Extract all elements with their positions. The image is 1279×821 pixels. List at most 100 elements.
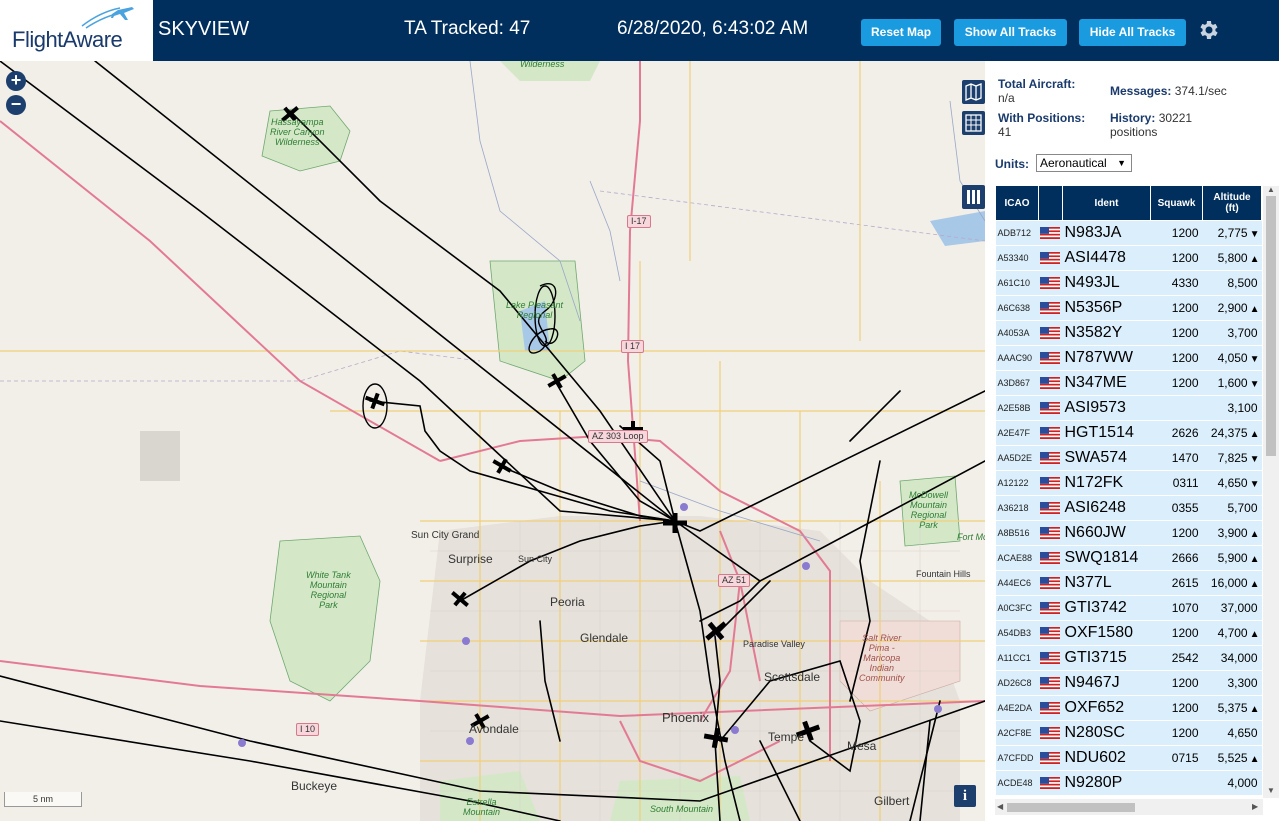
column-header-flag[interactable] <box>1038 185 1063 221</box>
table-row[interactable]: AD26C8 N9467J 1200 3,300 <box>995 670 1262 696</box>
cell-ident: N280SC <box>1062 720 1151 746</box>
table-row[interactable]: A8B516 N660JW 1200 3,900 ▲ <box>995 520 1262 546</box>
scroll-right-icon[interactable]: ▶ <box>1252 802 1258 811</box>
scroll-up-icon[interactable]: ▲ <box>1267 185 1275 194</box>
table-row[interactable]: AA5D2E SWA574 1470 7,825 ▼ <box>995 445 1262 471</box>
zoom-in-button[interactable]: + <box>6 71 26 91</box>
column-header-altitude[interactable]: Altitude (ft) <box>1202 185 1262 221</box>
tracked-count: TA Tracked: 47 <box>404 18 531 39</box>
table-row[interactable]: A54DB3 OXF1580 1200 4,700 ▲ <box>995 620 1262 646</box>
table-vertical-scrollbar[interactable]: ▲ ▼ <box>1263 185 1279 798</box>
gear-icon[interactable] <box>1196 18 1220 42</box>
zoom-out-button[interactable]: − <box>6 95 26 115</box>
units-select[interactable]: Aeronautical ▼ <box>1036 154 1132 172</box>
cell-altitude: 2,900 ▲ <box>1202 295 1262 321</box>
scroll-down-icon[interactable]: ▼ <box>1267 786 1275 795</box>
cell-squawk: 2615 <box>1150 570 1203 596</box>
column-header-ident[interactable]: Ident <box>1062 185 1151 221</box>
altitude-value: 8,500 <box>1227 276 1258 290</box>
cell-altitude: 8,500 <box>1202 270 1262 296</box>
us-flag-icon <box>1039 276 1060 289</box>
table-row[interactable]: A7CFDD NDU602 0715 5,525 ▲ <box>995 745 1262 771</box>
park-wilderness-top: Wilderness <box>520 61 565 69</box>
history-value: 30221 <box>1158 111 1193 125</box>
altitude-value: 24,375 <box>1210 426 1248 440</box>
table-row[interactable]: AAAC90 N787WW 1200 4,050 ▼ <box>995 345 1262 371</box>
app-title: SKYVIEW <box>158 18 250 40</box>
altitude-value: 16,000 <box>1210 576 1248 590</box>
map-layers-button[interactable] <box>962 80 985 104</box>
table-row[interactable]: A6C638 N5356P 1200 2,900 ▲ <box>995 295 1262 321</box>
us-flag-icon <box>1039 651 1060 664</box>
map-canvas[interactable] <box>0 61 985 821</box>
table-row[interactable]: A12122 N172FK 0311 4,650 ▼ <box>995 470 1262 496</box>
table-row[interactable]: ADB712 N983JA 1200 2,775 ▼ <box>995 220 1262 246</box>
cell-ident: OXF652 <box>1062 695 1151 721</box>
altitude-trend-icon: ▲ <box>1249 254 1260 265</box>
cell-altitude: 3,100 <box>1202 395 1262 421</box>
cell-ident: GTI3715 <box>1062 645 1151 671</box>
altitude-value: 4,650 <box>1217 476 1248 490</box>
cell-squawk <box>1150 770 1203 796</box>
table-row[interactable]: A2E58B ASI9573 3,100 <box>995 395 1262 421</box>
cell-icao: A2CF8E <box>995 720 1039 746</box>
cell-squawk: 1070 <box>1150 595 1203 621</box>
altitude-trend-icon: ▲ <box>1249 629 1260 640</box>
flightaware-logo[interactable]: FlightAware <box>0 0 153 61</box>
cell-squawk: 1200 <box>1150 295 1203 321</box>
cell-ident: N5356P <box>1062 295 1151 321</box>
vertical-scroll-thumb[interactable] <box>1266 196 1276 456</box>
table-row[interactable]: A3D867 N347ME 1200 1,600 ▼ <box>995 370 1262 396</box>
columns-toggle-button[interactable] <box>962 185 985 209</box>
info-button[interactable]: i <box>954 785 976 807</box>
table-row[interactable]: ACAE88 SWQ1814 2666 5,900 ▲ <box>995 545 1262 571</box>
cell-ident: ASI4478 <box>1062 245 1151 271</box>
horizontal-scroll-thumb[interactable] <box>1007 803 1135 812</box>
label-glendale: Glendale <box>580 631 629 645</box>
altitude-trend-icon: ▼ <box>1249 229 1260 240</box>
cell-flag <box>1038 420 1063 446</box>
table-row[interactable]: A4053A N3582Y 1200 3,700 <box>995 320 1262 346</box>
table-row[interactable]: ACDE48 N9280P 4,000 <box>995 770 1262 796</box>
table-row[interactable]: A2E47F HGT1514 2626 24,375 ▲ <box>995 420 1262 446</box>
label-sun-city-grand: Sun City Grand <box>411 530 480 541</box>
cell-squawk: 1200 <box>1150 520 1203 546</box>
us-flag-icon <box>1039 401 1060 414</box>
cell-altitude: 4,050 ▼ <box>1202 345 1262 371</box>
park-south-mountain: South Mountain <box>650 804 714 814</box>
total-aircraft-label: Total Aircraft: <box>998 77 1076 91</box>
map-view[interactable]: Sun City Grand Surprise Sun City Peoria … <box>0 61 985 821</box>
label-mesa: Mesa <box>847 739 877 753</box>
table-row[interactable]: A44EC6 N377L 2615 16,000 ▲ <box>995 570 1262 596</box>
table-horizontal-scrollbar[interactable]: ◀ ▶ <box>995 799 1263 815</box>
table-row[interactable]: A36218 ASI6248 0355 5,700 <box>995 495 1262 521</box>
columns-icon <box>967 190 980 204</box>
cell-flag <box>1038 620 1063 646</box>
column-header-squawk[interactable]: Squawk <box>1150 185 1203 221</box>
altitude-value: 4,000 <box>1227 776 1258 790</box>
cell-icao: A7CFDD <box>995 745 1039 771</box>
show-all-tracks-button[interactable]: Show All Tracks <box>954 19 1067 46</box>
scroll-left-icon[interactable]: ◀ <box>997 802 1003 811</box>
reset-map-button[interactable]: Reset Map <box>861 19 941 46</box>
table-row[interactable]: A0C3FC GTI3742 1070 37,000 <box>995 595 1262 621</box>
table-row[interactable]: A53340 ASI4478 1200 5,800 ▲ <box>995 245 1262 271</box>
total-aircraft-stat: Total Aircraft: n/a <box>998 77 1075 105</box>
aircraft-panel: Total Aircraft: n/a Messages: 374.1/sec … <box>985 61 1279 821</box>
us-flag-icon <box>1039 626 1060 639</box>
label-tempe: Tempe <box>768 730 805 744</box>
messages-label: Messages: <box>1110 84 1172 98</box>
cell-squawk: 1200 <box>1150 220 1203 246</box>
table-row[interactable]: A4E2DA OXF652 1200 5,375 ▲ <box>995 695 1262 721</box>
cell-icao: A2E47F <box>995 420 1039 446</box>
table-row[interactable]: A2CF8E N280SC 1200 4,650 <box>995 720 1262 746</box>
column-header-icao[interactable]: ICAO <box>995 185 1039 221</box>
hide-all-tracks-button[interactable]: Hide All Tracks <box>1079 19 1186 46</box>
cell-ident: ASI6248 <box>1062 495 1151 521</box>
altitude-value: 2,775 <box>1217 226 1248 240</box>
table-row[interactable]: A11CC1 GTI3715 2542 34,000 <box>995 645 1262 671</box>
grid-toggle-button[interactable] <box>962 111 985 135</box>
altitude-value: 34,000 <box>1220 651 1258 665</box>
table-row[interactable]: A61C10 N493JL 4330 8,500 <box>995 270 1262 296</box>
cell-icao: A61C10 <box>995 270 1039 296</box>
